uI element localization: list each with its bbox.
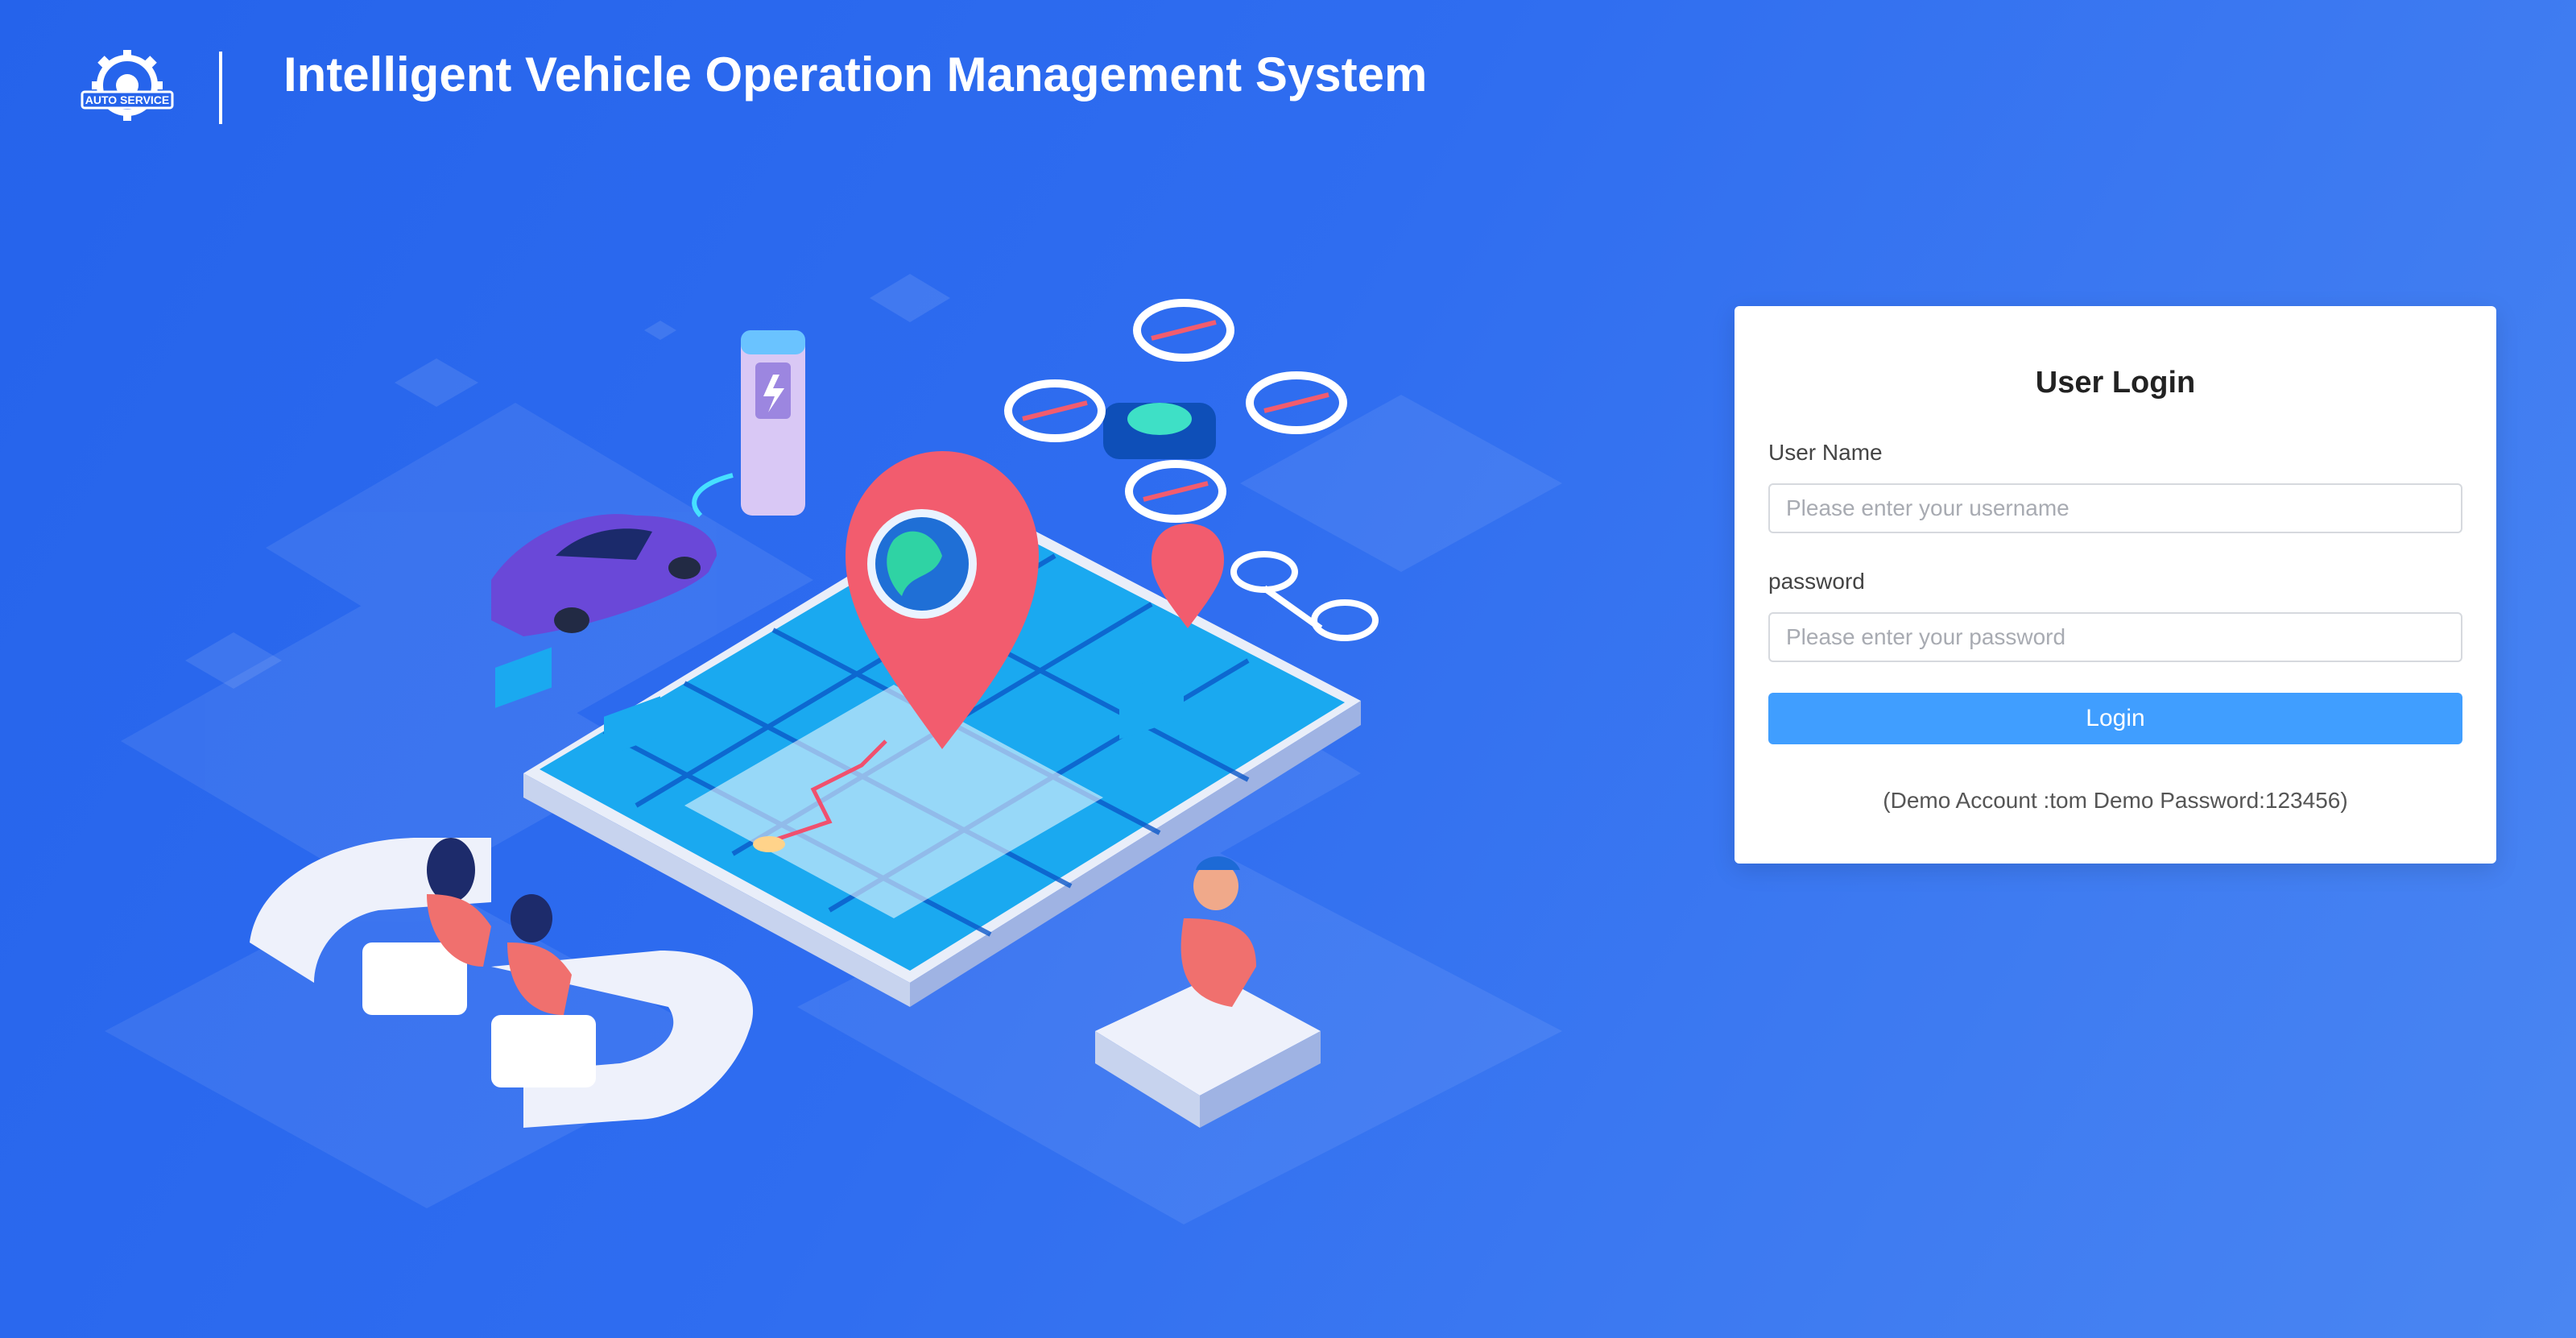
header: AUTO SERVICE Intelligent Vehicle Operati… xyxy=(0,0,2576,153)
demo-account-note: (Demo Account :tom Demo Password:123456) xyxy=(1883,788,2348,813)
small-drone xyxy=(1230,551,1379,641)
password-input[interactable] xyxy=(1768,612,2462,662)
login-card: User Login User Name password Login (Dem… xyxy=(1735,306,2496,864)
charging-station xyxy=(692,330,805,518)
header-divider xyxy=(219,52,222,124)
login-title: User Login xyxy=(2035,366,2196,400)
hero-illustration xyxy=(105,274,1562,1224)
auto-service-logo: AUTO SERVICE xyxy=(81,50,174,121)
username-label: User Name xyxy=(1768,440,1883,465)
login-button[interactable]: Login xyxy=(1768,693,2462,744)
password-label: password xyxy=(1768,569,1865,594)
username-input[interactable] xyxy=(1768,483,2462,533)
logo-text: AUTO SERVICE xyxy=(85,93,170,106)
page-title: Intelligent Vehicle Operation Management… xyxy=(283,48,1428,101)
